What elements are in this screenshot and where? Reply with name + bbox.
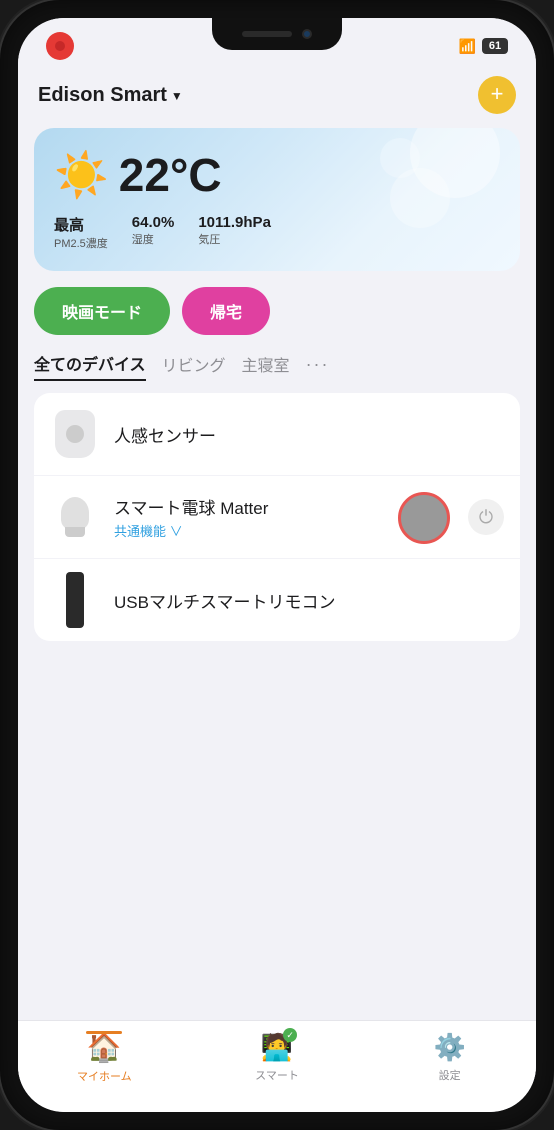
- status-bar: 📶 61: [18, 18, 536, 66]
- status-bar-left: [46, 32, 74, 60]
- device-item-bulb[interactable]: スマート電球 Matter 共通機能 ∨ ⏻: [34, 476, 520, 559]
- pressure-value: 1011.9hPa: [198, 214, 271, 231]
- pm25-label: PM2.5濃度: [54, 235, 108, 251]
- power-icon: ⏻: [479, 507, 493, 528]
- add-button[interactable]: +: [478, 76, 516, 114]
- tab-bedroom[interactable]: 主寝室: [242, 352, 290, 380]
- usb-name: USBマルチスマートリモコン: [114, 588, 504, 613]
- wifi-icon: 📶: [459, 38, 476, 55]
- bulb-icon: [61, 497, 89, 537]
- weather-stat-pm25: 最高 PM2.5濃度: [54, 214, 108, 251]
- home-icon: 🏠: [87, 1031, 122, 1064]
- home-nav-label: マイホーム: [77, 1068, 132, 1084]
- app-title: Edison Smart: [38, 84, 167, 107]
- phone-frame: 📶 61 Edison Smart ▼ +: [0, 0, 554, 1130]
- record-button[interactable]: [46, 32, 74, 60]
- app-title-row[interactable]: Edison Smart ▼: [38, 84, 183, 107]
- smart-check-icon: ✓: [283, 1028, 297, 1042]
- device-tabs: 全てのデバイス リビング 主寝室 ···: [18, 351, 536, 393]
- status-bar-right: 📶 61: [459, 38, 508, 55]
- humidity-value: 64.0%: [132, 214, 175, 231]
- sensor-icon-wrap: [50, 409, 100, 459]
- sun-icon: ☀️: [54, 149, 109, 201]
- usb-icon: [66, 572, 84, 628]
- tab-more[interactable]: ···: [306, 354, 330, 379]
- top-bar: Edison Smart ▼ +: [18, 66, 536, 128]
- phone-screen: 📶 61 Edison Smart ▼ +: [18, 18, 536, 1112]
- front-camera: [302, 29, 312, 39]
- pressure-label: 気圧: [198, 231, 271, 247]
- speaker: [242, 31, 292, 37]
- sensor-icon: [55, 410, 95, 458]
- battery-indicator: 61: [482, 38, 508, 54]
- nav-item-smart[interactable]: 🧑‍💻 ✓ スマート: [191, 1032, 364, 1083]
- temperature: 22°C: [119, 148, 222, 202]
- settings-nav-label: 設定: [439, 1067, 461, 1083]
- bulb-icon-wrap: [50, 492, 100, 542]
- tab-living[interactable]: リビング: [162, 352, 226, 380]
- record-inner: [55, 41, 65, 51]
- home-mode-button[interactable]: 帰宅: [182, 287, 270, 335]
- notch: [212, 18, 342, 50]
- device-item-usb[interactable]: USBマルチスマートリモコン: [34, 559, 520, 641]
- cursor-indicator: [398, 492, 450, 544]
- home-active-indicator: [86, 1031, 122, 1034]
- pm25-value: 最高: [54, 214, 108, 235]
- bulb-power-button[interactable]: ⏻: [468, 499, 504, 535]
- bulb-base: [65, 527, 85, 537]
- humidity-label: 湿度: [132, 231, 175, 247]
- mode-buttons: 映画モード 帰宅: [18, 287, 536, 351]
- sensor-name: 人感センサー: [114, 422, 504, 447]
- weather-card: ☀️ 22°C 最高 PM2.5濃度 64.0% 湿度 1011.9hPa 気圧: [34, 128, 520, 271]
- tab-all-devices[interactable]: 全てのデバイス: [34, 351, 146, 381]
- weather-stat-humidity: 64.0% 湿度: [132, 214, 175, 251]
- smart-nav-label: スマート: [255, 1067, 299, 1083]
- nav-item-settings[interactable]: ⚙️ 設定: [363, 1032, 536, 1083]
- app-content: Edison Smart ▼ + ☀️ 22°C 最高: [18, 66, 536, 1108]
- sensor-circle: [66, 425, 84, 443]
- movie-mode-button[interactable]: 映画モード: [34, 287, 170, 335]
- sensor-info: 人感センサー: [114, 422, 504, 447]
- usb-icon-wrap: [50, 575, 100, 625]
- bubble3: [380, 138, 420, 178]
- settings-icon: ⚙️: [433, 1032, 465, 1063]
- device-item-sensor[interactable]: 人感センサー: [34, 393, 520, 476]
- plus-icon: +: [491, 83, 504, 105]
- chevron-down-icon: ▼: [171, 89, 183, 103]
- usb-info: USBマルチスマートリモコン: [114, 588, 504, 613]
- weather-stat-pressure: 1011.9hPa 気圧: [198, 214, 271, 251]
- bulb-head: [61, 497, 89, 529]
- nav-item-home[interactable]: 🏠 マイホーム: [18, 1031, 191, 1084]
- smart-icon-wrap: 🧑‍💻 ✓: [261, 1032, 293, 1063]
- bottom-nav: 🏠 マイホーム 🧑‍💻 ✓ スマート ⚙️ 設定: [18, 1020, 536, 1112]
- device-list: 人感センサー スマート電球 Matter 共通機能 ∨: [34, 393, 520, 641]
